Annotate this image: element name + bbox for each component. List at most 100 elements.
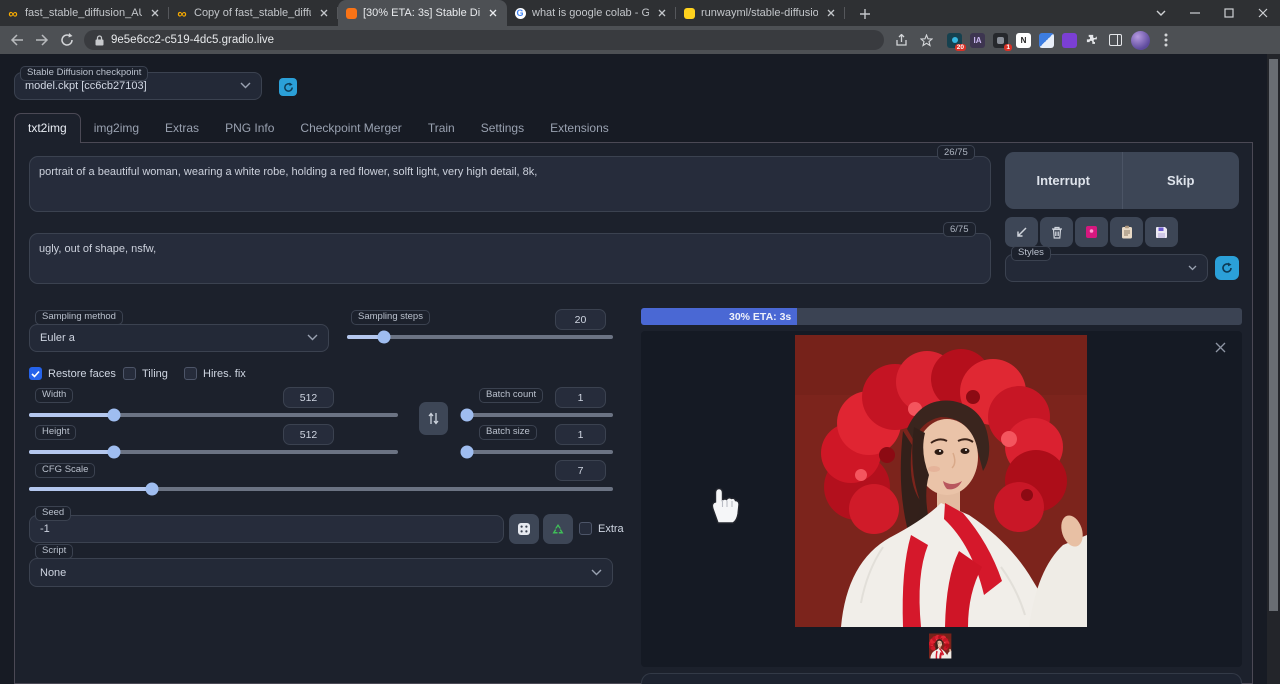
batch-count-slider[interactable] (460, 408, 613, 422)
back-button[interactable] (9, 32, 25, 48)
apply-styles-button[interactable] (1110, 217, 1143, 247)
checkbox-box[interactable] (184, 367, 197, 380)
close-button[interactable] (1246, 0, 1280, 26)
batch-count-input[interactable] (555, 387, 606, 408)
chevron-down-icon (591, 567, 602, 579)
checkpoint-refresh-button[interactable] (279, 78, 297, 96)
tab-train[interactable]: Train (415, 114, 468, 143)
profile-avatar[interactable] (1131, 30, 1150, 50)
slider-handle[interactable] (460, 445, 474, 459)
sampling-steps-slider[interactable] (347, 330, 613, 344)
blue-extension-icon[interactable] (1039, 32, 1054, 48)
tab-close-icon[interactable] (317, 6, 331, 20)
extra-seed-checkbox[interactable]: Extra (579, 522, 624, 535)
purple-extension-icon[interactable] (1062, 32, 1077, 48)
forward-button[interactable] (34, 32, 50, 48)
bookmark-star-icon[interactable] (918, 32, 934, 48)
refresh-icon (283, 81, 293, 92)
styles-refresh-button[interactable] (1215, 256, 1239, 280)
tab-search-chevron-icon[interactable] (1144, 0, 1178, 26)
height-label: Height (35, 425, 77, 441)
messages-extension-icon[interactable]: 1 (993, 32, 1012, 51)
huggingface-icon (683, 7, 695, 19)
tab-png-info[interactable]: PNG Info (212, 114, 287, 143)
window-controls (1144, 0, 1280, 26)
sampling-method-value: Euler a (40, 332, 75, 344)
reuse-seed-button[interactable] (543, 514, 573, 544)
tab-img2img[interactable]: img2img (81, 114, 152, 143)
tab-close-icon[interactable] (655, 6, 669, 20)
colab-icon: ∞ (8, 6, 18, 21)
browser-tabstrip: ∞ fast_stable_diffusion_AUTOMA ∞ Copy of… (0, 0, 1280, 26)
tab-extras[interactable]: Extras (152, 114, 212, 143)
reload-button[interactable] (59, 32, 75, 48)
script-dropdown[interactable]: None (29, 558, 613, 587)
swap-dimensions-button[interactable] (419, 402, 448, 435)
paste-params-button[interactable] (1005, 217, 1038, 247)
page-scrollbar[interactable] (1267, 54, 1280, 684)
new-tab-button[interactable] (853, 2, 877, 26)
extensions-puzzle-icon[interactable] (1085, 33, 1100, 48)
maximize-button[interactable] (1212, 0, 1246, 26)
skip-button[interactable]: Skip (1123, 152, 1240, 209)
tab-close-icon[interactable] (486, 6, 500, 20)
clear-prompt-button[interactable] (1040, 217, 1073, 247)
recycle-icon (552, 523, 564, 533)
negative-prompt-textarea[interactable] (30, 234, 990, 283)
height-slider[interactable] (29, 445, 398, 459)
ia-extension-icon[interactable]: IA (970, 32, 985, 48)
scrollbar-thumb[interactable] (1269, 59, 1278, 611)
browser-tab-huggingface[interactable]: runwayml/stable-diffusion-v1 (676, 0, 845, 26)
sampling-method-dropdown[interactable]: Euler a (29, 324, 329, 352)
random-seed-button[interactable] (509, 514, 539, 544)
slider-handle[interactable] (145, 482, 159, 496)
cfg-scale-slider[interactable] (29, 482, 613, 496)
generated-image-preview[interactable] (795, 335, 1087, 627)
swap-arrows-icon (428, 412, 439, 425)
address-bar[interactable]: 9e5e6cc2-c519-4dc5.gradio.live (84, 30, 884, 50)
seed-input[interactable] (29, 515, 504, 543)
share-icon[interactable] (893, 32, 909, 48)
tab-close-icon[interactable] (148, 6, 162, 20)
width-slider[interactable] (29, 408, 398, 422)
progress-fill: 30% ETA: 3s (641, 308, 798, 325)
checkbox-box[interactable] (123, 367, 136, 380)
menu-dots-icon[interactable] (1158, 32, 1174, 48)
width-input[interactable] (283, 387, 334, 408)
extra-networks-button[interactable] (1075, 217, 1108, 247)
sampling-steps-input[interactable] (555, 309, 606, 330)
slider-handle[interactable] (107, 408, 121, 422)
sidebar-panel-icon[interactable] (1108, 33, 1123, 48)
gallery-thumbnail[interactable] (929, 632, 954, 660)
height-input[interactable] (283, 424, 334, 445)
browser-tab-stable-diffusion-active[interactable]: [30% ETA: 3s] Stable Diffusion (338, 0, 507, 26)
notion-extension-icon[interactable]: N (1016, 32, 1031, 48)
tab-settings[interactable]: Settings (468, 114, 537, 143)
browser-tab-colab-2[interactable]: ∞ Copy of fast_stable_diffusion_ (169, 0, 338, 26)
slider-handle[interactable] (460, 408, 474, 422)
minimize-button[interactable] (1178, 0, 1212, 26)
gallery-close-icon[interactable] (1212, 339, 1228, 355)
tab-title: Copy of fast_stable_diffusion_ (194, 7, 311, 19)
restore-faces-checkbox[interactable]: Restore faces (29, 367, 116, 380)
batch-size-slider[interactable] (460, 445, 613, 459)
checkbox-box[interactable] (29, 367, 42, 380)
cfg-scale-input[interactable] (555, 460, 606, 481)
tab-extensions[interactable]: Extensions (537, 114, 622, 143)
tab-close-icon[interactable] (824, 6, 838, 20)
screen: ∞ fast_stable_diffusion_AUTOMA ∞ Copy of… (0, 0, 1280, 684)
tiling-checkbox[interactable]: Tiling (123, 367, 168, 380)
batch-size-input[interactable] (555, 424, 606, 445)
prompt-textarea[interactable] (30, 157, 990, 211)
interrupt-button[interactable]: Interrupt (1005, 152, 1123, 209)
tab-checkpoint-merger[interactable]: Checkpoint Merger (287, 114, 414, 143)
slider-handle[interactable] (377, 330, 391, 344)
browser-tab-colab-1[interactable]: ∞ fast_stable_diffusion_AUTOMA (0, 0, 169, 26)
save-style-button[interactable] (1145, 217, 1178, 247)
pinned-extension-icon[interactable]: 20 (947, 32, 966, 51)
hires-fix-checkbox[interactable]: Hires. fix (184, 367, 246, 380)
browser-tab-google-search[interactable]: G what is google colab - Google (507, 0, 676, 26)
slider-handle[interactable] (107, 445, 121, 459)
tab-txt2img[interactable]: txt2img (14, 113, 81, 143)
checkbox-box[interactable] (579, 522, 592, 535)
